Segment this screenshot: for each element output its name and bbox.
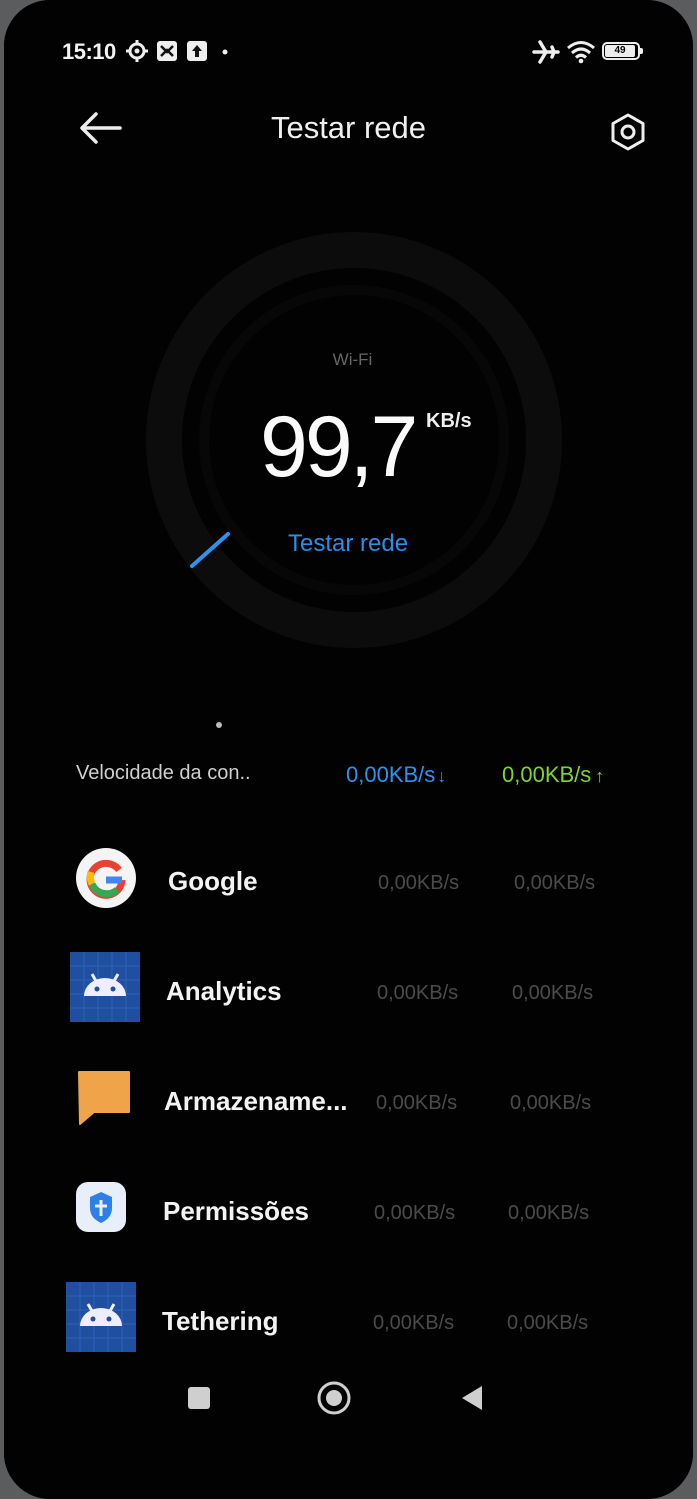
- shopping-bag-icon: [157, 41, 177, 61]
- app-name: Armazename...: [164, 1086, 348, 1116]
- test-network-button[interactable]: Testar rede: [288, 530, 408, 558]
- page-title: Testar rede: [270, 110, 427, 145]
- back-triangle-icon[interactable]: [452, 1378, 492, 1418]
- connection-speed-row: Velocidade da con.. 0,00KB/s ↓ 0,00KB/s ↑: [4, 756, 693, 792]
- connection-speed-label: Velocidade da con..: [76, 762, 251, 784]
- upload-arrow-icon: ↑: [595, 766, 605, 786]
- dot-icon: [222, 49, 228, 55]
- list-item-armazenamento[interactable]: Armazename... 0,00KB/s 0,00KB/s: [4, 1060, 693, 1160]
- status-bar: 15:10 49: [4, 30, 693, 74]
- wifi-icon: [567, 41, 595, 64]
- download-speed: 0,00KB/s ↓: [346, 762, 446, 788]
- shield-icon: [76, 1182, 126, 1232]
- settings-gear-icon: [126, 40, 148, 62]
- app-header: Testar rede: [4, 100, 693, 160]
- status-time: 15:10: [62, 39, 116, 64]
- app-upload: 0,00KB/s: [512, 982, 594, 1004]
- network-type-label: Wi-Fi: [332, 350, 373, 369]
- upload-speed-value: 0,00KB/s: [502, 762, 592, 787]
- app-download: 0,00KB/s: [374, 1202, 456, 1224]
- settings-hex-icon[interactable]: [608, 112, 648, 152]
- page-dot-indicator: [216, 722, 222, 728]
- android-icon: [66, 1282, 136, 1352]
- upload-icon: [187, 41, 207, 61]
- phone-frame: 15:10 49 Testar rede Wi-Fi 99,7 KB/s Tes…: [4, 0, 693, 1499]
- home-circle-icon[interactable]: [314, 1378, 354, 1418]
- upload-speed: 0,00KB/s ↑: [502, 762, 604, 788]
- speed-unit: KB/s: [426, 410, 472, 432]
- android-icon: [70, 952, 140, 1022]
- app-name: Google: [168, 866, 258, 896]
- app-name: Analytics: [166, 976, 282, 1006]
- recents-square-icon[interactable]: [179, 1378, 219, 1418]
- app-upload: 0,00KB/s: [514, 872, 596, 894]
- app-download: 0,00KB/s: [378, 872, 460, 894]
- google-icon: [76, 848, 136, 908]
- progress-indicator-icon: [190, 532, 230, 568]
- battery-level: 49: [605, 45, 635, 57]
- speed-value: 99,7: [260, 399, 418, 495]
- app-name: Tethering: [162, 1306, 279, 1336]
- app-upload: 0,00KB/s: [510, 1092, 592, 1114]
- app-name: Permissões: [163, 1196, 309, 1226]
- navigation-bar: [4, 1370, 693, 1430]
- app-upload: 0,00KB/s: [508, 1202, 590, 1224]
- download-speed-value: 0,00KB/s: [346, 762, 436, 787]
- airplane-icon: [532, 40, 560, 64]
- list-item-permissoes[interactable]: Permissões 0,00KB/s 0,00KB/s: [4, 1170, 693, 1270]
- list-item-analytics[interactable]: Analytics 0,00KB/s 0,00KB/s: [4, 950, 693, 1050]
- chat-bubble-icon: [78, 1071, 130, 1125]
- download-arrow-icon: ↓: [437, 766, 447, 786]
- screen: 15:10 49 Testar rede Wi-Fi 99,7 KB/s Tes…: [4, 0, 693, 1499]
- list-item-google[interactable]: Google 0,00KB/s 0,00KB/s: [4, 840, 693, 940]
- list-item-tethering[interactable]: Tethering 0,00KB/s 0,00KB/s: [4, 1280, 693, 1380]
- app-download: 0,00KB/s: [377, 982, 459, 1004]
- app-upload: 0,00KB/s: [507, 1312, 589, 1334]
- app-download: 0,00KB/s: [373, 1312, 455, 1334]
- app-download: 0,00KB/s: [376, 1092, 458, 1114]
- battery-icon: 49: [602, 42, 643, 60]
